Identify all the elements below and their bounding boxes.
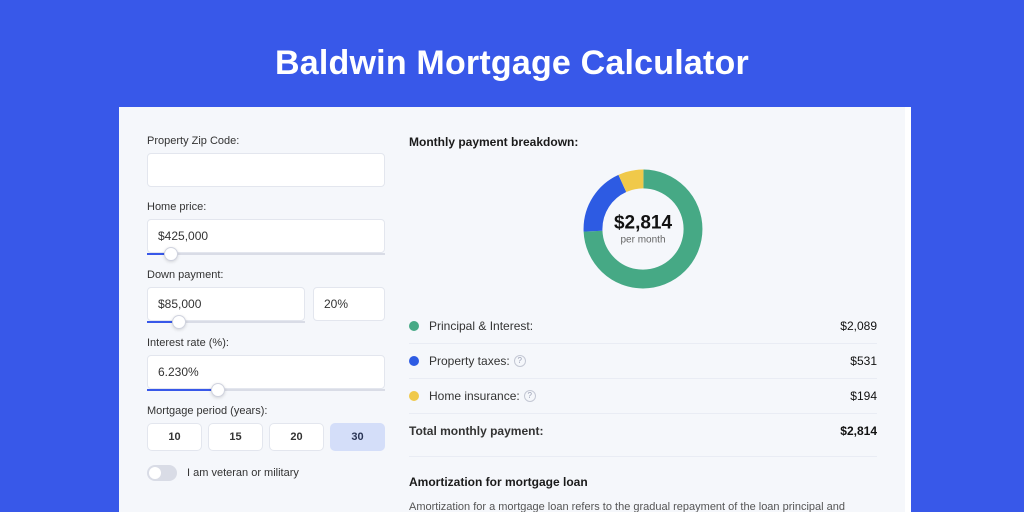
row-label: Principal & Interest: xyxy=(429,319,840,333)
donut-chart: $2,814 per month xyxy=(577,163,709,295)
interest-rate-group: Interest rate (%): xyxy=(147,337,385,391)
dot-icon xyxy=(409,321,419,331)
home-price-slider[interactable] xyxy=(147,253,385,255)
donut-chart-wrap: $2,814 per month xyxy=(409,163,877,295)
zip-input[interactable] xyxy=(147,153,385,187)
zip-group: Property Zip Code: xyxy=(147,135,385,187)
inputs-column: Property Zip Code: Home price: Down paym… xyxy=(147,135,385,512)
row-label-text: Principal & Interest: xyxy=(429,319,533,333)
down-payment-group: Down payment: xyxy=(147,269,385,323)
toggle-knob xyxy=(149,467,161,479)
donut-center: $2,814 per month xyxy=(614,213,672,246)
down-payment-label: Down payment: xyxy=(147,269,385,281)
interest-rate-slider[interactable] xyxy=(147,389,385,391)
row-value: $2,089 xyxy=(840,319,877,333)
home-price-group: Home price: xyxy=(147,201,385,255)
row-label-text: Property taxes: xyxy=(429,354,510,368)
page-title: Baldwin Mortgage Calculator xyxy=(0,0,1024,107)
donut-amount: $2,814 xyxy=(614,213,672,235)
breakdown-column: Monthly payment breakdown: $2,814 per mo… xyxy=(409,135,877,512)
row-total: Total monthly payment: $2,814 xyxy=(409,413,877,448)
row-property-taxes: Property taxes: ? $531 xyxy=(409,343,877,378)
donut-sub: per month xyxy=(614,235,672,246)
row-label: Total monthly payment: xyxy=(409,424,840,438)
row-value: $194 xyxy=(850,389,877,403)
row-label: Property taxes: ? xyxy=(429,354,850,368)
info-icon[interactable]: ? xyxy=(524,390,536,402)
period-btn-30[interactable]: 30 xyxy=(330,423,385,451)
row-principal-interest: Principal & Interest: $2,089 xyxy=(409,309,877,343)
zip-label: Property Zip Code: xyxy=(147,135,385,147)
veteran-toggle[interactable] xyxy=(147,465,177,481)
home-price-input[interactable] xyxy=(147,219,385,253)
row-label: Home insurance: ? xyxy=(429,389,850,403)
breakdown-title: Monthly payment breakdown: xyxy=(409,135,877,149)
row-label-text: Home insurance: xyxy=(429,389,520,403)
slider-thumb[interactable] xyxy=(164,247,178,261)
home-price-label: Home price: xyxy=(147,201,385,213)
veteran-row: I am veteran or military xyxy=(147,465,385,481)
interest-rate-input[interactable] xyxy=(147,355,385,389)
mortgage-period-group: Mortgage period (years): 10 15 20 30 xyxy=(147,405,385,451)
amortization-section: Amortization for mortgage loan Amortizat… xyxy=(409,456,877,512)
period-btn-10[interactable]: 10 xyxy=(147,423,202,451)
row-value: $2,814 xyxy=(840,424,877,438)
down-payment-percent-input[interactable] xyxy=(313,287,385,321)
mortgage-period-label: Mortgage period (years): xyxy=(147,405,385,417)
row-value: $531 xyxy=(850,354,877,368)
interest-rate-label: Interest rate (%): xyxy=(147,337,385,349)
dot-icon xyxy=(409,356,419,366)
down-payment-amount-input[interactable] xyxy=(147,287,305,321)
amortization-body: Amortization for a mortgage loan refers … xyxy=(409,499,877,512)
mortgage-period-options: 10 15 20 30 xyxy=(147,423,385,451)
slider-fill xyxy=(147,389,218,391)
period-btn-15[interactable]: 15 xyxy=(208,423,263,451)
period-btn-20[interactable]: 20 xyxy=(269,423,324,451)
veteran-label: I am veteran or military xyxy=(187,467,299,479)
amortization-title: Amortization for mortgage loan xyxy=(409,475,877,489)
slider-thumb[interactable] xyxy=(211,383,225,397)
slider-thumb[interactable] xyxy=(172,315,186,329)
dot-icon xyxy=(409,391,419,401)
row-home-insurance: Home insurance: ? $194 xyxy=(409,378,877,413)
decorative-edge xyxy=(905,107,911,512)
down-payment-slider[interactable] xyxy=(147,321,305,323)
info-icon[interactable]: ? xyxy=(514,355,526,367)
calculator-card: Property Zip Code: Home price: Down paym… xyxy=(119,107,905,512)
